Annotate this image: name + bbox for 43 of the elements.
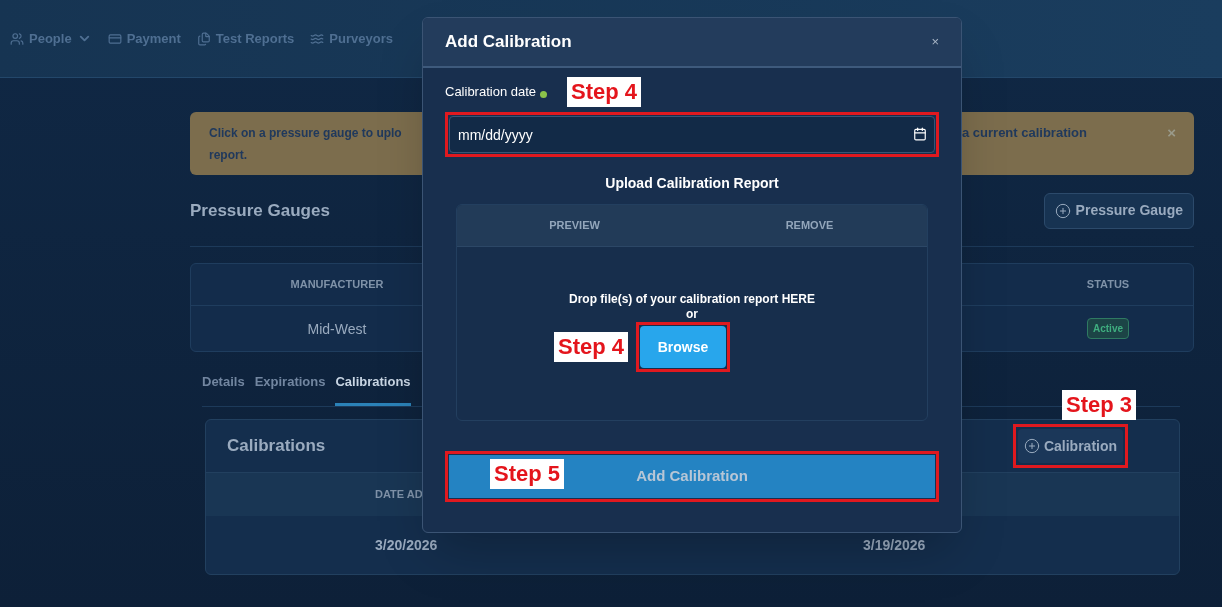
- nav-link[interactable]: Purveyors: [310, 28, 393, 49]
- close-button[interactable]: ×: [931, 32, 939, 52]
- step-label: Step 5: [490, 459, 565, 489]
- nav-icon: [196, 31, 211, 46]
- column-header: PREVIEW: [549, 219, 600, 232]
- detail-tab[interactable]: Details: [202, 371, 245, 406]
- column-header: DATE AD: [375, 488, 423, 501]
- plus-icon: [1023, 438, 1040, 454]
- nav-icon: [310, 31, 325, 46]
- detail-tab[interactable]: Calibrations: [335, 371, 411, 406]
- dropzone[interactable]: PREVIEW REMOVE Drop file(s) of your calibration report HERE or Step 4 Browse: [456, 204, 928, 421]
- field-label: Calibration date: [445, 83, 537, 102]
- nav-link[interactable]: People: [10, 28, 92, 49]
- table-cell: Mid-West: [307, 320, 367, 337]
- section-title: Upload Calibration Report: [605, 175, 779, 191]
- detail-tab[interactable]: Expirations: [254, 371, 326, 406]
- table-cell: 3/20/2026: [375, 536, 438, 553]
- step-label: Step 4: [554, 332, 628, 362]
- date-field[interactable]: mm/dd/yyyy: [449, 116, 935, 153]
- nav-icon: [10, 31, 24, 46]
- column-header: MANUFACTURER: [290, 278, 384, 291]
- banner-text: report.: [209, 147, 247, 164]
- banner-text: a current calibration: [962, 124, 1087, 142]
- table-cell: 3/19/2026: [863, 536, 926, 553]
- section-title: Calibrations: [227, 436, 326, 456]
- calendar-icon: [913, 127, 927, 141]
- step-label: Step 3: [1062, 390, 1137, 420]
- page-title: Pressure Gauges: [190, 199, 330, 222]
- add-calibration-button[interactable]: Calibration: [1017, 429, 1124, 463]
- banner-text: Click on a pressure gauge to uplo: [209, 125, 402, 142]
- plus-icon: [1054, 202, 1071, 219]
- status-badge: Active: [1087, 318, 1129, 339]
- column-header: STATUS: [1086, 278, 1130, 291]
- step-label: Step 4: [567, 77, 642, 107]
- dialog-title: Add Calibration: [445, 31, 572, 54]
- or-text: or: [686, 307, 698, 321]
- add-gauge-button[interactable]: Pressure Gauge: [1043, 192, 1194, 229]
- nav-link[interactable]: Test Reports: [196, 28, 295, 49]
- nav-link[interactable]: Payment: [107, 28, 181, 49]
- browse-button[interactable]: Browse: [640, 326, 726, 368]
- column-header: REMOVE: [785, 219, 834, 232]
- drop-instruction: Drop file(s) of your calibration report HERE: [569, 291, 815, 307]
- nav-icon: [107, 31, 122, 46]
